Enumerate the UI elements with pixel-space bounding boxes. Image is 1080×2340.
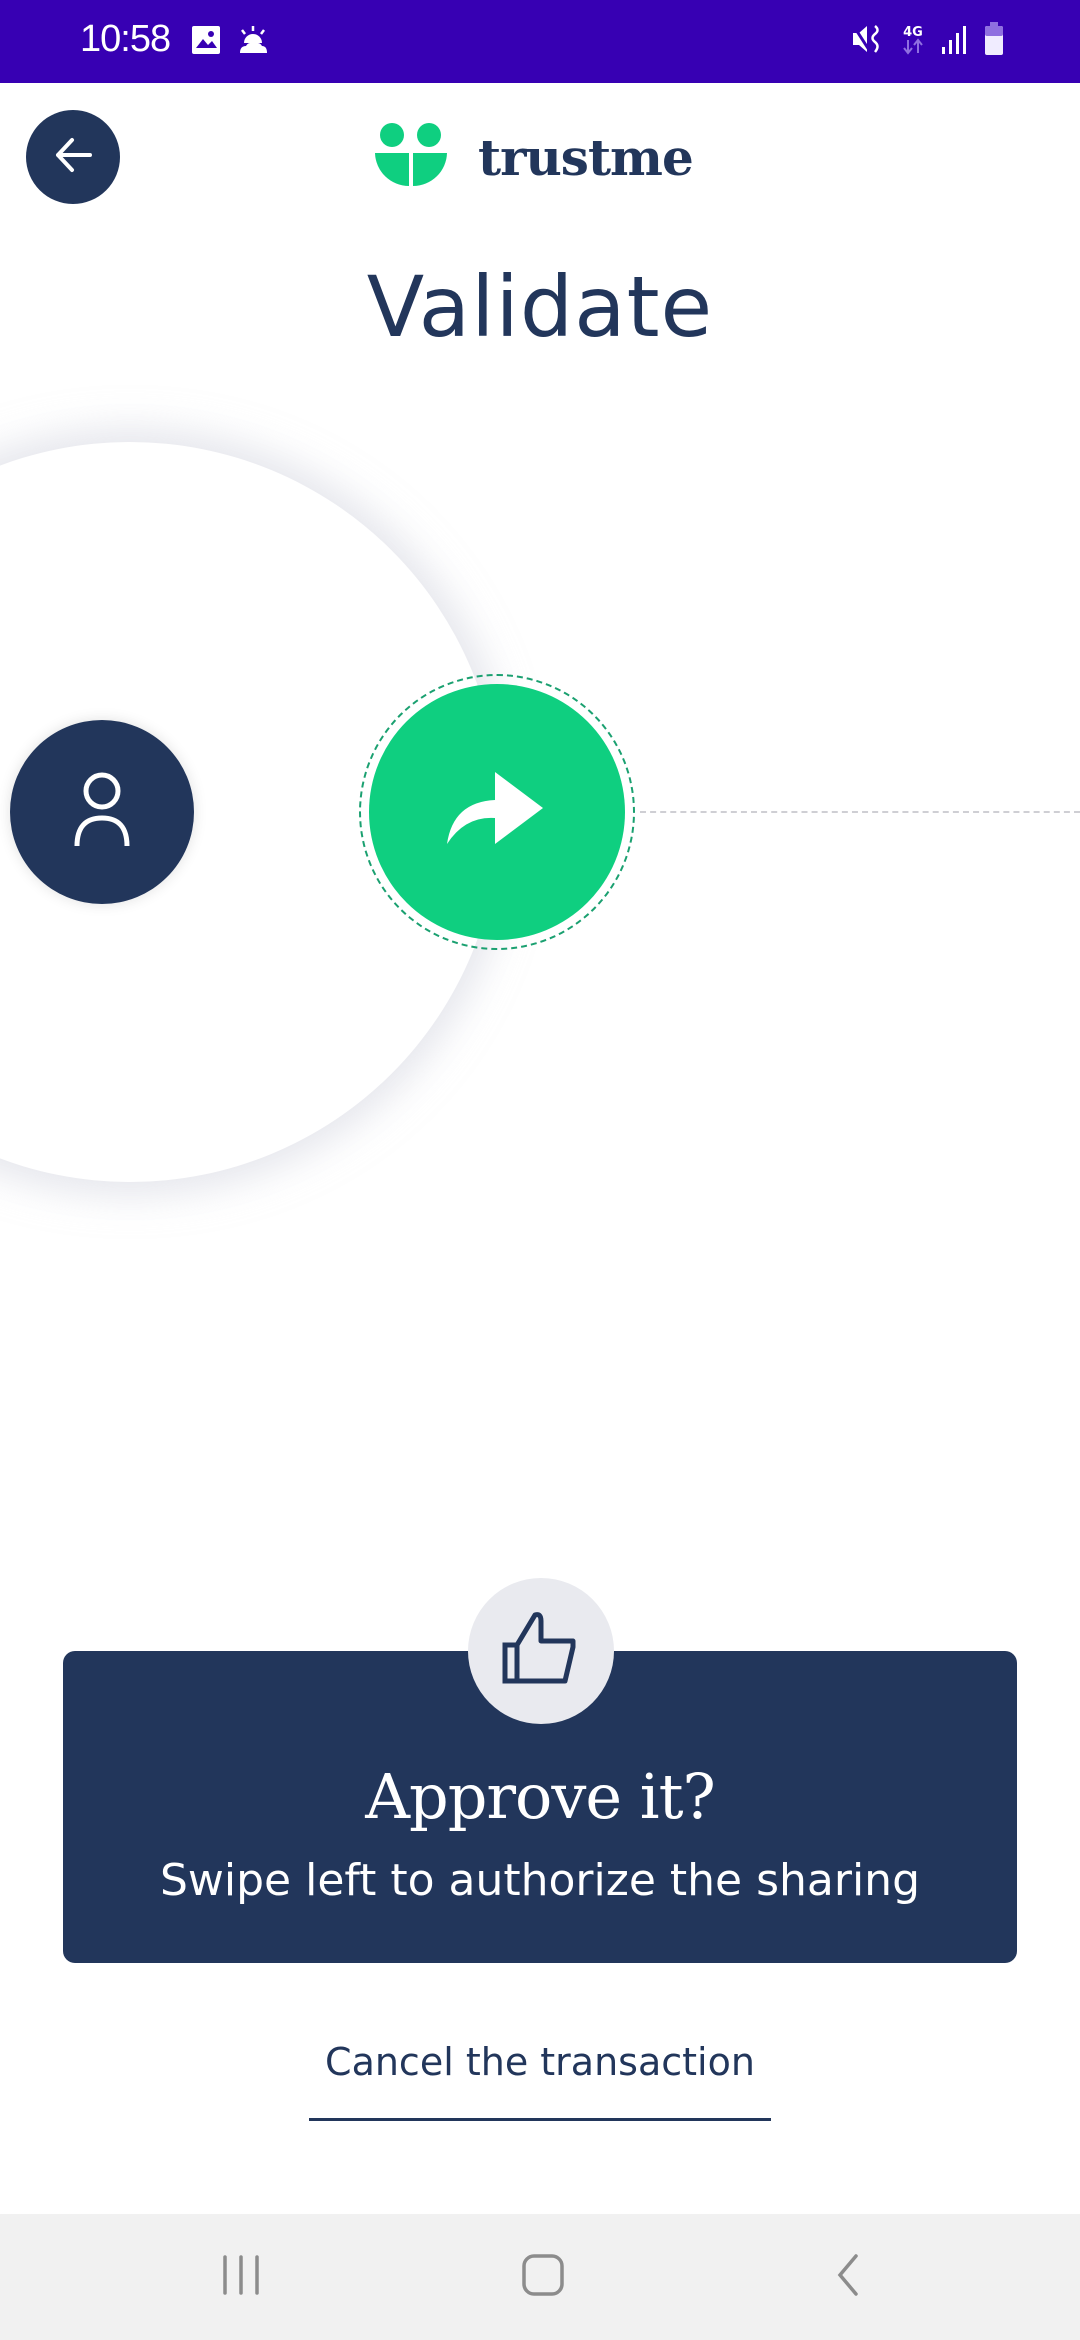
logo-mark-icon <box>374 122 448 192</box>
gallery-icon <box>190 24 222 60</box>
battery-icon <box>984 22 1004 60</box>
status-right-icons: 4G <box>850 22 1004 60</box>
person-icon <box>72 772 132 852</box>
swipe-dashed-line <box>640 811 1080 813</box>
signal-icon <box>940 23 970 59</box>
cancel-transaction-link[interactable]: Cancel the transaction <box>309 2040 771 2121</box>
svg-text:4G: 4G <box>903 25 923 40</box>
weather-icon <box>236 25 270 59</box>
mute-vibrate-icon <box>850 22 886 60</box>
approve-subtitle: Swipe left to authorize the sharing <box>159 1855 920 1906</box>
nav-back-button[interactable] <box>812 2244 882 2310</box>
swipe-handle[interactable] <box>359 674 635 950</box>
home-button[interactable] <box>508 2244 578 2310</box>
share-arrow-icon <box>447 772 547 852</box>
arrow-left-icon <box>50 132 96 182</box>
recent-apps-button[interactable] <box>206 2244 276 2310</box>
status-bar: 10:58 4G <box>0 0 1080 83</box>
system-nav-bar <box>0 2214 1080 2340</box>
network-4g-icon: 4G <box>900 22 926 60</box>
status-left-icons <box>190 24 270 60</box>
status-time: 10:58 <box>80 18 171 60</box>
share-action-circle[interactable] <box>369 684 625 940</box>
user-avatar <box>10 720 194 904</box>
home-icon <box>521 2253 565 2301</box>
logo-text: trustme <box>478 127 694 187</box>
page-title: Validate <box>366 258 714 356</box>
approve-title: Approve it? <box>365 1760 716 1833</box>
recent-apps-icon <box>219 2254 263 2300</box>
trustme-logo: trustme <box>374 122 694 192</box>
back-icon <box>832 2253 862 2301</box>
thumbs-up-badge <box>468 1578 614 1724</box>
back-button[interactable] <box>26 110 120 204</box>
thumbs-up-icon <box>501 1611 581 1691</box>
